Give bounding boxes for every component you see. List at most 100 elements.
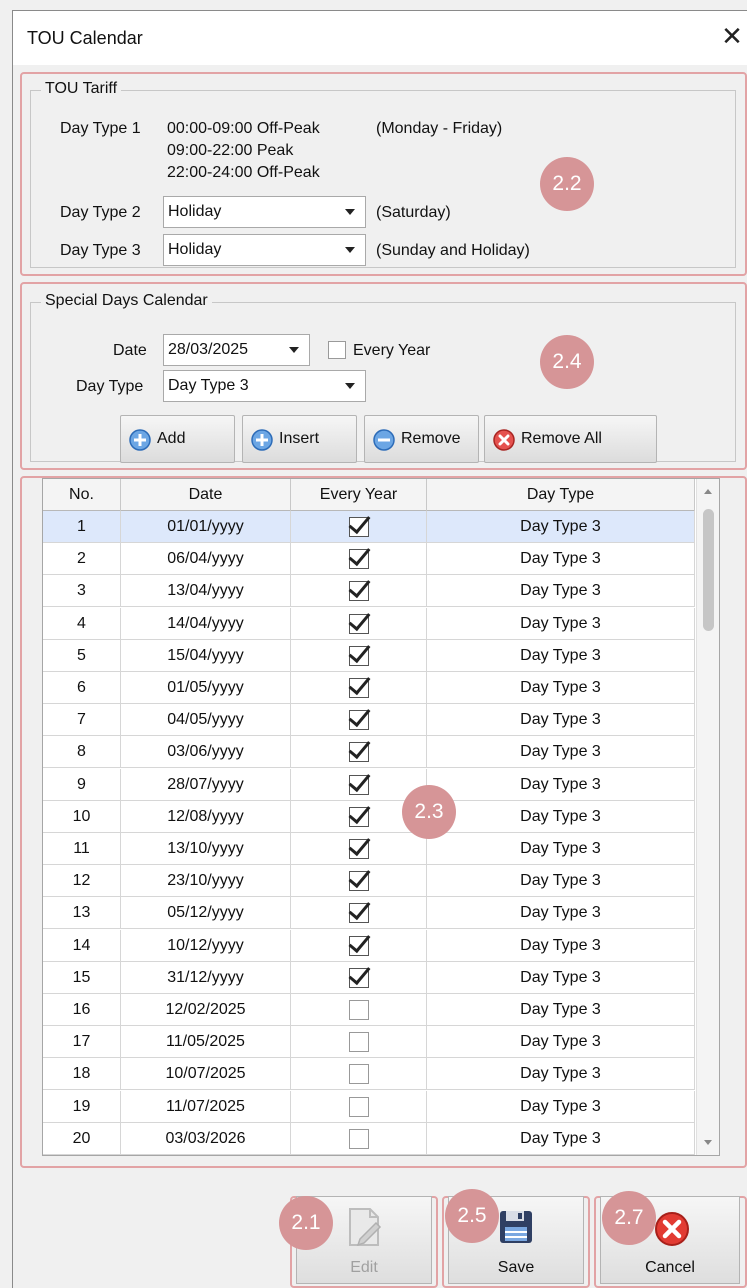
table-row[interactable]: 2 06/04/yyyy Day Type 3	[43, 543, 695, 576]
cell-no: 12	[43, 865, 121, 898]
table-row[interactable]: 14 10/12/yyyy Day Type 3	[43, 929, 695, 962]
column-header-date[interactable]: Date	[121, 479, 291, 511]
checked-checkbox[interactable]	[349, 581, 369, 602]
scroll-up-icon[interactable]	[704, 489, 712, 494]
edit-label: Edit	[350, 1259, 378, 1276]
scroll-down-icon[interactable]	[704, 1140, 712, 1145]
cell-every-year	[291, 511, 427, 543]
cell-day-type: Day Type 3	[427, 833, 695, 865]
checked-checkbox[interactable]	[349, 871, 369, 892]
column-header-every-year[interactable]: Every Year	[291, 479, 427, 511]
cell-date: 31/12/yyyy	[121, 961, 291, 994]
date-value: 28/03/2025	[168, 341, 249, 358]
table-row[interactable]: 17 11/05/2025 Day Type 3	[43, 1026, 695, 1059]
unchecked-checkbox[interactable]	[349, 1032, 369, 1053]
table-row[interactable]: 11 13/10/yyyy Day Type 3	[43, 833, 695, 865]
table-row[interactable]: 3 13/04/yyyy Day Type 3	[43, 575, 695, 608]
checked-checkbox[interactable]	[349, 806, 369, 827]
cell-day-type: Day Type 3	[427, 736, 695, 769]
column-header-no[interactable]: No.	[43, 479, 121, 511]
checked-checkbox[interactable]	[349, 710, 369, 731]
table-row[interactable]: 1 01/01/yyyy Day Type 3	[43, 511, 695, 543]
checked-checkbox[interactable]	[349, 645, 369, 666]
period-3: 22:00-24:00 Off-Peak	[167, 164, 320, 181]
cell-date: 12/08/yyyy	[121, 800, 291, 833]
window-title: TOU Calendar	[27, 28, 143, 48]
period-2: 09:00-22:00 Peak	[167, 142, 294, 159]
cell-no: 18	[43, 1058, 121, 1091]
table-row[interactable]: 9 28/07/yyyy Day Type 3	[43, 768, 695, 801]
table-row[interactable]: 18 10/07/2025 Day Type 3	[43, 1058, 695, 1091]
checked-checkbox[interactable]	[349, 839, 369, 859]
add-circle-icon	[129, 429, 151, 451]
day-type-select[interactable]: Day Type 3	[163, 370, 366, 402]
checked-checkbox[interactable]	[349, 517, 369, 537]
edit-document-icon	[349, 1208, 382, 1247]
checked-checkbox[interactable]	[349, 774, 369, 795]
chevron-down-icon	[345, 247, 355, 253]
cell-no: 13	[43, 897, 121, 930]
cell-every-year	[291, 929, 427, 962]
remove-button[interactable]: Remove	[364, 415, 479, 463]
day-type-2-select[interactable]: Holiday	[163, 196, 366, 228]
cell-date: 13/04/yyyy	[121, 575, 291, 608]
table-row[interactable]: 19 11/07/2025 Day Type 3	[43, 1090, 695, 1123]
day-type-3-value: Holiday	[168, 241, 222, 258]
insert-label: Insert	[279, 430, 320, 447]
checked-checkbox[interactable]	[349, 935, 369, 956]
cell-every-year	[291, 672, 427, 704]
cell-day-type: Day Type 3	[427, 672, 695, 704]
grid-scrollbar[interactable]	[696, 479, 719, 1155]
callout-badge-2-3: 2.3	[402, 785, 456, 839]
day-type-3-select[interactable]: Holiday	[163, 234, 366, 266]
table-row[interactable]: 5 15/04/yyyy Day Type 3	[43, 639, 695, 672]
add-button[interactable]: Add	[120, 415, 235, 463]
cell-date: 15/04/yyyy	[121, 639, 291, 672]
cell-no: 5	[43, 639, 121, 672]
table-row[interactable]: 15 31/12/yyyy Day Type 3	[43, 961, 695, 994]
checked-checkbox[interactable]	[349, 678, 369, 698]
column-header-day-type[interactable]: Day Type	[427, 479, 695, 511]
checked-checkbox[interactable]	[349, 903, 369, 924]
cell-date: 05/12/yyyy	[121, 897, 291, 930]
cell-no: 17	[43, 1026, 121, 1059]
cell-date: 13/10/yyyy	[121, 833, 291, 865]
checked-checkbox[interactable]	[349, 549, 369, 570]
table-row[interactable]: 20 03/03/2026 Day Type 3	[43, 1122, 695, 1155]
cell-every-year	[291, 865, 427, 898]
table-row[interactable]: 8 03/06/yyyy Day Type 3	[43, 736, 695, 769]
table-row[interactable]: 12 23/10/yyyy Day Type 3	[43, 865, 695, 898]
cell-date: 03/06/yyyy	[121, 736, 291, 769]
remove-all-label: Remove All	[521, 430, 602, 447]
unchecked-checkbox[interactable]	[349, 1096, 369, 1117]
table-row[interactable]: 4 14/04/yyyy Day Type 3	[43, 607, 695, 640]
table-row[interactable]: 10 12/08/yyyy Day Type 3	[43, 800, 695, 833]
cell-day-type: Day Type 3	[427, 897, 695, 930]
every-year-checkbox[interactable]	[328, 341, 346, 359]
day-type-2-label: Day Type 2	[60, 204, 141, 221]
insert-button[interactable]: Insert	[242, 415, 357, 463]
table-row[interactable]: 13 05/12/yyyy Day Type 3	[43, 897, 695, 930]
date-picker[interactable]: 28/03/2025	[163, 334, 310, 366]
table-row[interactable]: 6 01/05/yyyy Day Type 3	[43, 672, 695, 704]
table-row[interactable]: 16 12/02/2025 Day Type 3	[43, 994, 695, 1026]
unchecked-checkbox[interactable]	[349, 1000, 369, 1020]
callout-badge-2-7: 2.7	[602, 1191, 656, 1245]
close-icon[interactable]: ✕	[718, 23, 746, 51]
scroll-thumb[interactable]	[703, 509, 714, 631]
remove-all-button[interactable]: Remove All	[484, 415, 657, 463]
unchecked-checkbox[interactable]	[349, 1064, 369, 1085]
cell-no: 7	[43, 704, 121, 737]
cell-no: 8	[43, 736, 121, 769]
checked-checkbox[interactable]	[349, 967, 369, 988]
checked-checkbox[interactable]	[349, 742, 369, 763]
cell-date: 12/02/2025	[121, 994, 291, 1026]
unchecked-checkbox[interactable]	[349, 1128, 369, 1149]
insert-circle-icon	[251, 429, 273, 451]
save-disk-icon	[500, 1211, 532, 1243]
cell-day-type: Day Type 3	[427, 1026, 695, 1059]
checked-checkbox[interactable]	[349, 613, 369, 634]
table-row[interactable]: 7 04/05/yyyy Day Type 3	[43, 704, 695, 737]
cell-no: 1	[43, 511, 121, 543]
cell-no: 20	[43, 1122, 121, 1155]
